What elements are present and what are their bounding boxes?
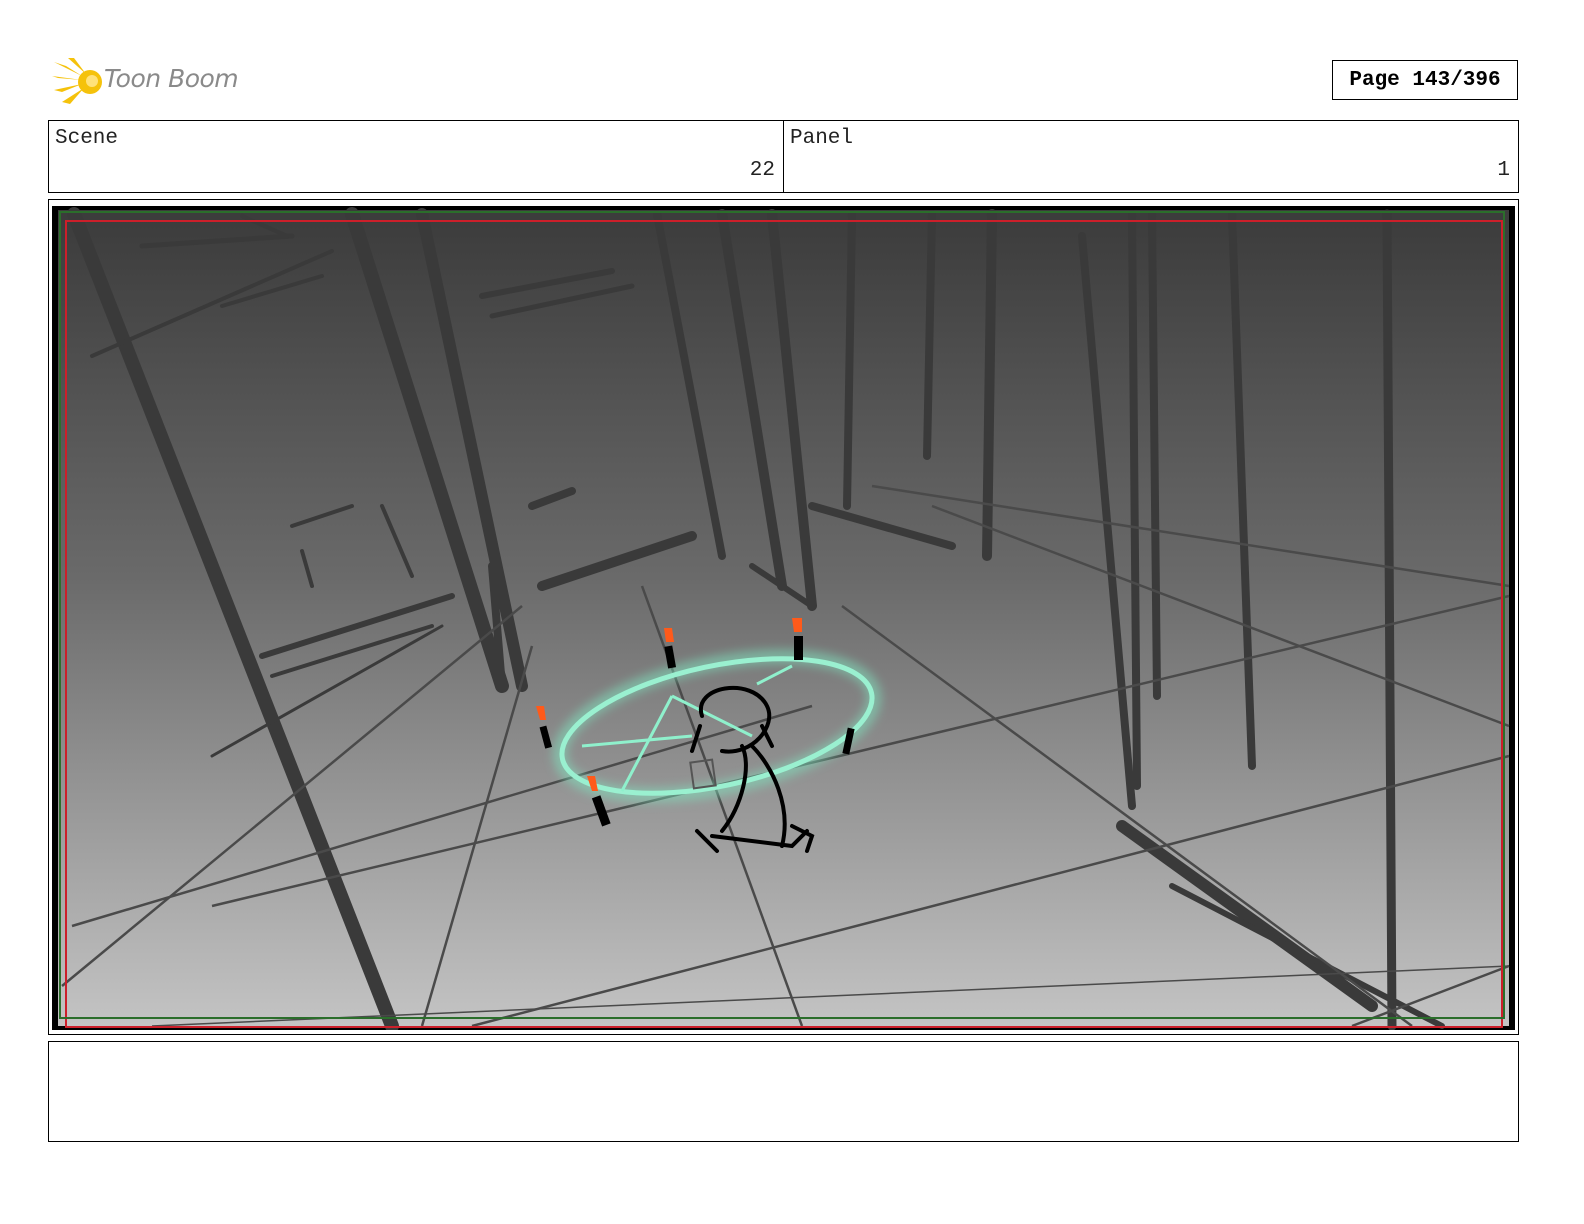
scene-cell: Scene 22 <box>49 121 783 192</box>
panel-label: Panel <box>790 127 854 150</box>
panel-notes <box>48 1041 1519 1142</box>
page-indicator: Page 143/396 <box>1332 60 1518 100</box>
panel-sketch-image <box>52 206 1515 1030</box>
logo-text: Toon Boom <box>104 64 239 93</box>
panel-value: 1 <box>1497 159 1510 182</box>
scene-panel-info: Scene 22 Panel 1 <box>48 120 1519 193</box>
scene-value: 22 <box>749 159 775 182</box>
toon-boom-logo-icon <box>52 58 102 104</box>
panel-cell: Panel 1 <box>783 121 1518 192</box>
storyboard-panel <box>48 199 1519 1035</box>
scene-label: Scene <box>55 127 119 150</box>
